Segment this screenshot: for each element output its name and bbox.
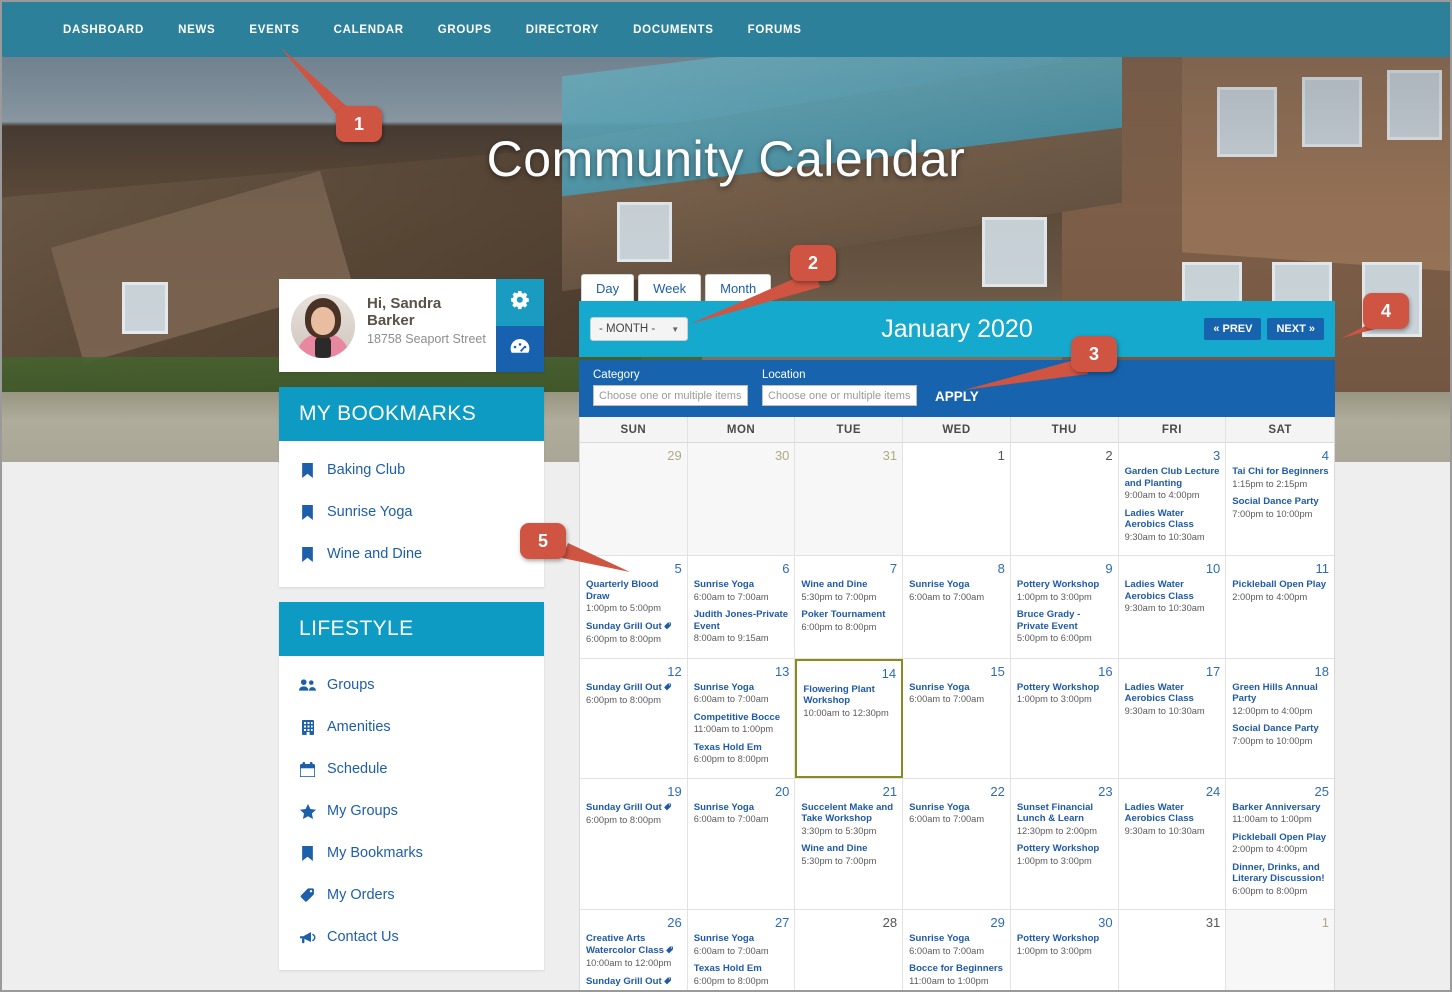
page-root: Community Calendar DASHBOARD NEWS EVENTS CA…	[0, 0, 1452, 992]
callout-pointers	[280, 47, 1408, 572]
callout-badge: 4	[1363, 293, 1409, 329]
callout-badge: 2	[790, 245, 836, 281]
callout-badge: 5	[520, 523, 566, 559]
callout-badge: 3	[1071, 336, 1117, 372]
callout-badge: 1	[336, 106, 382, 142]
